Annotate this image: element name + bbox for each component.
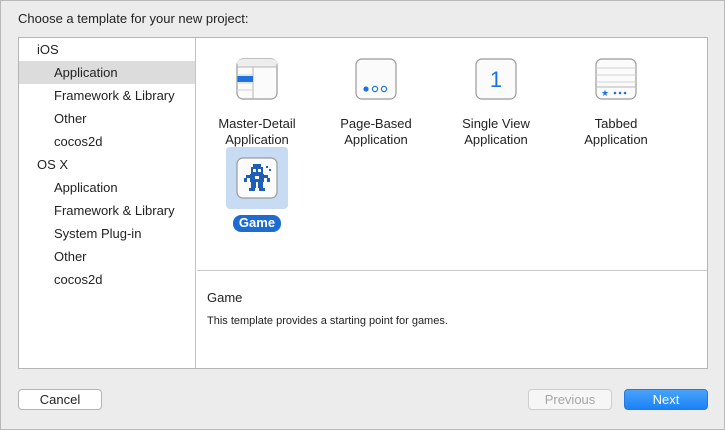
master-detail-icon xyxy=(226,48,288,110)
previous-button[interactable]: Previous xyxy=(528,389,612,410)
sidebar-item-ios-application[interactable]: Application xyxy=(19,61,195,84)
sidebar-item-ios-other[interactable]: Other xyxy=(19,107,195,130)
next-button[interactable]: Next xyxy=(624,389,708,410)
sidebar-group-osx: OS X xyxy=(37,157,69,172)
template-sidebar: iOS Application Framework & Library Othe… xyxy=(19,38,196,368)
dialog-heading: Choose a template for your new project: xyxy=(18,11,249,26)
description-title: Game xyxy=(207,290,243,305)
template-content: Master-Detail Application Page-Based App… xyxy=(197,38,707,368)
template-grid: Master-Detail Application Page-Based App… xyxy=(197,38,707,271)
sidebar-item-ios-cocos2d[interactable]: cocos2d xyxy=(19,130,195,153)
cancel-button[interactable]: Cancel xyxy=(18,389,102,410)
sidebar-item-osx-framework-library[interactable]: Framework & Library xyxy=(19,199,195,222)
sidebar-group-ios: iOS xyxy=(37,42,59,57)
template-page-based[interactable]: Page-Based Application xyxy=(316,48,436,148)
game-icon xyxy=(226,147,288,209)
description-text: This template provides a starting point … xyxy=(207,315,448,327)
svg-text:★: ★ xyxy=(601,88,609,98)
template-label: Tabbed Application xyxy=(584,116,648,147)
sidebar-item-osx-system-plugin[interactable]: System Plug-in xyxy=(19,222,195,245)
template-tabbed[interactable]: ★ Tabbed Application xyxy=(556,48,676,148)
template-label: Game xyxy=(197,215,317,232)
template-label: Single View Application xyxy=(462,116,530,147)
template-label: Page-Based Application xyxy=(340,116,412,147)
template-single-view[interactable]: 1 Single View Application xyxy=(436,48,556,148)
template-master-detail[interactable]: Master-Detail Application xyxy=(197,48,317,148)
sidebar-item-ios-framework-library[interactable]: Framework & Library xyxy=(19,84,195,107)
svg-text:1: 1 xyxy=(490,67,502,92)
template-panel: iOS Application Framework & Library Othe… xyxy=(18,37,708,369)
template-description: Game This template provides a starting p… xyxy=(197,272,707,368)
sidebar-item-osx-cocos2d[interactable]: cocos2d xyxy=(19,268,195,291)
sidebar-item-osx-other[interactable]: Other xyxy=(19,245,195,268)
template-game[interactable]: Game xyxy=(197,147,317,232)
tabbed-icon: ★ xyxy=(585,48,647,110)
sidebar-item-osx-application[interactable]: Application xyxy=(19,176,195,199)
page-based-icon xyxy=(345,48,407,110)
single-view-icon: 1 xyxy=(465,48,527,110)
template-label: Master-Detail Application xyxy=(218,116,296,147)
